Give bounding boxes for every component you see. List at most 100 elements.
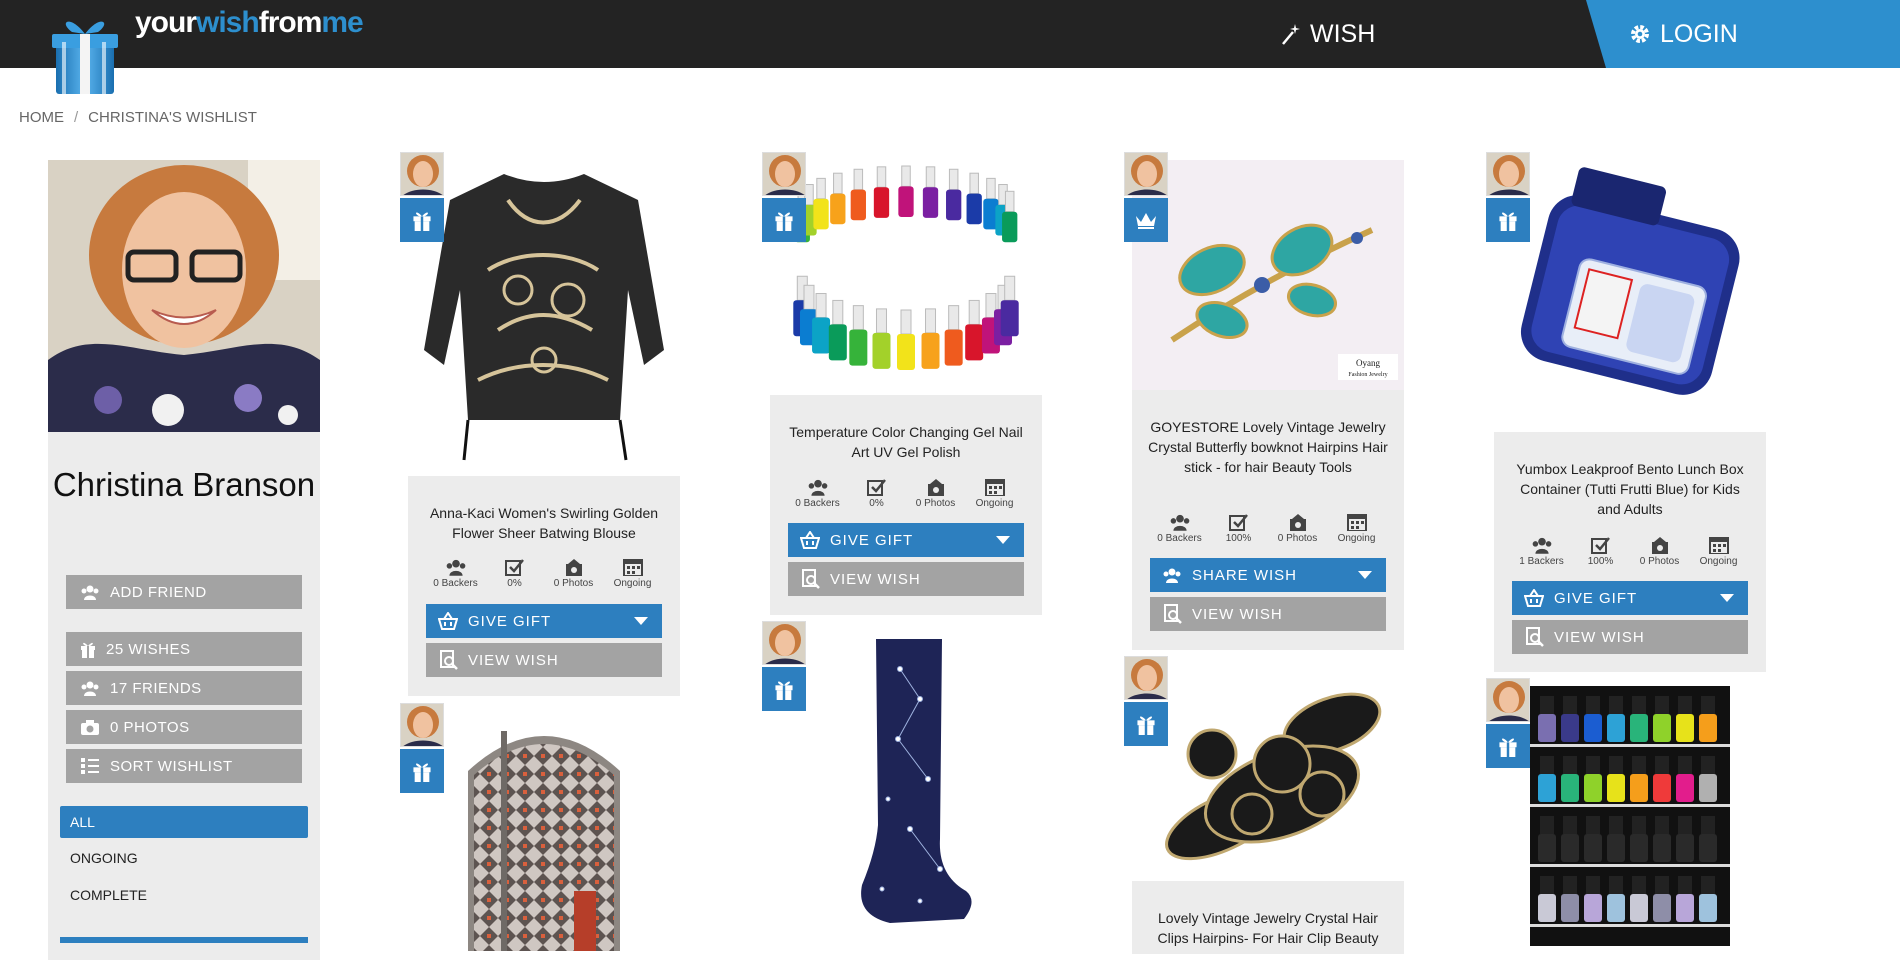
filter-complete[interactable]: COMPLETE bbox=[60, 879, 308, 911]
chevron-down-icon[interactable] bbox=[634, 617, 648, 625]
list-icon bbox=[81, 758, 99, 774]
breadcrumb-home[interactable]: HOME bbox=[19, 109, 64, 126]
stat-progress-label: 100% bbox=[1587, 556, 1614, 567]
image-sub-caption: Fashion Jewelry bbox=[1348, 372, 1387, 378]
profile-name: Christina Branson bbox=[52, 466, 316, 503]
stat-photos-label: 0 Photos bbox=[1277, 533, 1318, 544]
wishes-button[interactable]: 25 WISHES bbox=[66, 632, 302, 666]
wish-type-badge[interactable] bbox=[1124, 702, 1168, 746]
wish-type-badge[interactable] bbox=[1124, 198, 1168, 242]
wish-title[interactable]: GOYESTORE Lovely Vintage Jewelry Crystal… bbox=[1146, 417, 1390, 477]
photos-label: 0 PHOTOS bbox=[110, 718, 190, 736]
wish-type-badge[interactable] bbox=[400, 198, 444, 242]
gear-icon bbox=[1631, 25, 1649, 43]
add-friend-label: ADD FRIEND bbox=[110, 583, 207, 601]
wish-image-blouse[interactable] bbox=[408, 160, 680, 476]
wish-type-badge[interactable] bbox=[1486, 198, 1530, 242]
wish-title[interactable]: Temperature Color Changing Gel Nail Art … bbox=[784, 422, 1028, 462]
view-wish-button[interactable]: VIEW WISH bbox=[788, 562, 1024, 596]
share-wish-label: SHARE WISH bbox=[1192, 566, 1298, 584]
gift-logo-icon[interactable] bbox=[50, 12, 120, 96]
wish-image-nail-polish[interactable] bbox=[770, 160, 1042, 395]
wish-image-butterfly-hairpin[interactable]: Oyang Fashion Jewelry bbox=[1132, 160, 1404, 390]
nav-login-link[interactable]: LOGIN bbox=[1628, 16, 1738, 52]
wish-card: Temperature Color Changing Gel Nail Art … bbox=[770, 160, 1042, 615]
view-wish-button[interactable]: VIEW WISH bbox=[1150, 597, 1386, 631]
photo-album-icon bbox=[1651, 537, 1668, 554]
users-icon bbox=[808, 479, 827, 496]
view-wish-label: VIEW WISH bbox=[1192, 605, 1283, 623]
give-gift-button[interactable]: GIVE GIFT bbox=[1512, 581, 1748, 615]
stat-photos-label: 0 Photos bbox=[1639, 556, 1680, 567]
image-brand-caption: Oyang bbox=[1356, 358, 1380, 368]
camera-icon bbox=[81, 720, 99, 735]
stat-backers-label: 0 Backers bbox=[1157, 533, 1202, 544]
wish-type-badge[interactable] bbox=[762, 198, 806, 242]
checkbox-icon bbox=[1590, 537, 1610, 554]
breadcrumb-current[interactable]: CHRISTINA'S WISHLIST bbox=[88, 109, 257, 126]
give-gift-button[interactable]: GIVE GIFT bbox=[788, 523, 1024, 557]
add-friend-button[interactable]: ADD FRIEND bbox=[66, 575, 302, 609]
owner-avatar-thumb[interactable] bbox=[1124, 656, 1168, 700]
users-icon bbox=[446, 559, 465, 576]
owner-avatar-thumb[interactable] bbox=[400, 703, 444, 747]
chevron-down-icon[interactable] bbox=[1358, 571, 1372, 579]
wish-image-vintage-hair-clip[interactable] bbox=[1132, 664, 1404, 881]
wish-image-polish-rack[interactable] bbox=[1494, 686, 1766, 946]
owner-avatar-thumb[interactable] bbox=[1486, 678, 1530, 722]
users-icon bbox=[1532, 537, 1551, 554]
give-gift-label: GIVE GIFT bbox=[830, 531, 914, 549]
site-logo[interactable]: yourwishfromme bbox=[135, 6, 364, 40]
stat-status-label: Ongoing bbox=[613, 578, 652, 589]
top-nav-bar: yourwishfromme WISH LOGIN bbox=[0, 0, 1900, 94]
wish-type-badge[interactable] bbox=[762, 667, 806, 711]
stat-status-label: Ongoing bbox=[1699, 556, 1738, 567]
owner-avatar-thumb[interactable] bbox=[400, 152, 444, 196]
breadcrumb: HOME / CHRISTINA'S WISHLIST bbox=[19, 109, 257, 126]
sort-wishlist-label: SORT WISHLIST bbox=[110, 757, 233, 775]
wish-title[interactable]: Yumbox Leakproof Bento Lunch Box Contain… bbox=[1508, 459, 1752, 519]
chevron-down-icon[interactable] bbox=[996, 536, 1010, 544]
give-gift-button[interactable]: GIVE GIFT bbox=[426, 604, 662, 638]
wish-image-backpack[interactable] bbox=[408, 711, 680, 951]
give-gift-label: GIVE GIFT bbox=[468, 612, 552, 630]
wish-stats: 1 Backers 100% 0 Photos Ongoing bbox=[1512, 536, 1748, 567]
filter-all[interactable]: ALL bbox=[60, 806, 308, 838]
chevron-down-icon[interactable] bbox=[1720, 594, 1734, 602]
wish-type-badge[interactable] bbox=[1486, 724, 1530, 768]
view-wish-button[interactable]: VIEW WISH bbox=[426, 643, 662, 677]
view-wish-button[interactable]: VIEW WISH bbox=[1512, 620, 1748, 654]
owner-avatar-thumb[interactable] bbox=[1486, 152, 1530, 196]
friends-button[interactable]: 17 FRIENDS bbox=[66, 671, 302, 705]
gift-icon bbox=[413, 763, 431, 782]
wish-title[interactable]: Lovely Vintage Jewelry Crystal Hair Clip… bbox=[1146, 908, 1390, 948]
gift-icon bbox=[1499, 212, 1517, 231]
wish-card: Anna-Kaci Women's Swirling Golden Flower… bbox=[408, 160, 680, 696]
stat-backers: 0 Backers bbox=[788, 478, 847, 509]
wish-image-bento-box[interactable] bbox=[1494, 160, 1766, 432]
crown-icon bbox=[1136, 213, 1156, 229]
filter-ongoing[interactable]: ONGOING bbox=[60, 842, 308, 874]
stat-progress: 0% bbox=[485, 558, 544, 589]
stat-photos-label: 0 Photos bbox=[915, 498, 956, 509]
photos-button[interactable]: 0 PHOTOS bbox=[66, 710, 302, 744]
owner-avatar-thumb[interactable] bbox=[1124, 152, 1168, 196]
stat-backers: 0 Backers bbox=[426, 558, 485, 589]
stat-photos-label: 0 Photos bbox=[553, 578, 594, 589]
owner-avatar-thumb[interactable] bbox=[762, 152, 806, 196]
stat-photos: 0 Photos bbox=[1268, 513, 1327, 544]
wish-card: Yumbox Leakproof Bento Lunch Box Contain… bbox=[1494, 160, 1766, 672]
sort-wishlist-button[interactable]: SORT WISHLIST bbox=[66, 749, 302, 783]
sidebar-next-item[interactable] bbox=[60, 937, 308, 943]
wish-image-sock[interactable] bbox=[770, 629, 1042, 949]
share-wish-button[interactable]: SHARE WISH bbox=[1150, 558, 1386, 592]
calendar-icon bbox=[1708, 537, 1729, 554]
view-wish-label: VIEW WISH bbox=[1554, 628, 1645, 646]
nav-wish-link[interactable]: WISH bbox=[1280, 16, 1375, 52]
stat-photos: 0 Photos bbox=[544, 558, 603, 589]
wish-type-badge[interactable] bbox=[400, 749, 444, 793]
wish-title[interactable]: Anna-Kaci Women's Swirling Golden Flower… bbox=[422, 503, 666, 543]
wish-stats: 0 Backers 100% 0 Photos Ongoing bbox=[1150, 513, 1386, 544]
owner-avatar-thumb[interactable] bbox=[762, 621, 806, 665]
wish-card bbox=[1494, 686, 1766, 946]
